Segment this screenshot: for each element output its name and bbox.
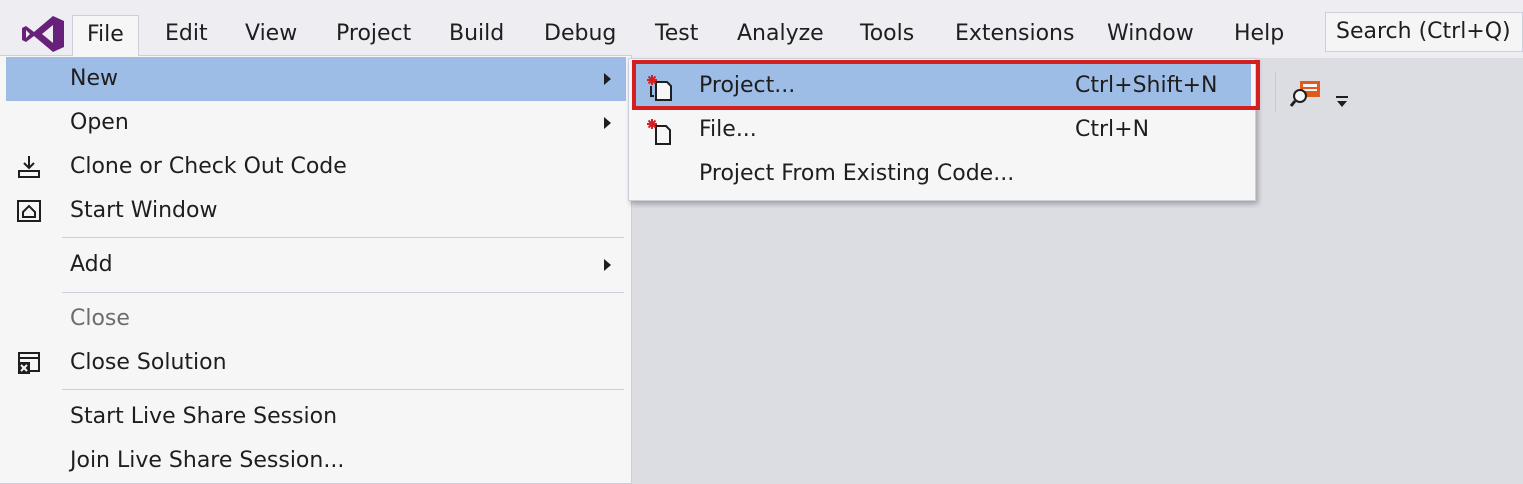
menu-item-label: Close Solution xyxy=(70,350,227,375)
menu-file[interactable]: File xyxy=(72,15,139,56)
file-menu-item-open[interactable]: Open xyxy=(6,101,626,145)
menu-item-label: New xyxy=(70,66,118,91)
menu-item-label: Project From Existing Code... xyxy=(699,161,1015,186)
file-menu-dropdown: New Open Clone or Check Out Code Start W… xyxy=(0,55,632,484)
new-project-icon xyxy=(647,75,672,101)
new-submenu: Project... Ctrl+Shift+N File... Ctrl+N P… xyxy=(628,58,1256,201)
file-menu-item-new[interactable]: New xyxy=(6,57,626,101)
menu-item-label: Open xyxy=(70,110,129,135)
file-menu-item-close-solution[interactable]: Close Solution xyxy=(6,341,626,385)
menu-debug[interactable]: Debug xyxy=(530,14,630,54)
new-file-icon xyxy=(647,119,671,145)
menu-item-label: Join Live Share Session... xyxy=(70,448,345,473)
menu-item-label: Project... xyxy=(699,73,796,98)
menu-tools[interactable]: Tools xyxy=(846,14,928,54)
new-submenu-item-file[interactable]: File... Ctrl+N xyxy=(633,108,1251,152)
menu-item-label: Start Window xyxy=(70,198,218,223)
menu-item-label: Start Live Share Session xyxy=(70,404,338,429)
menu-item-label: Close xyxy=(70,306,130,331)
menu-window[interactable]: Window xyxy=(1093,14,1208,54)
menu-separator xyxy=(62,237,624,238)
visual-studio-logo-icon[interactable] xyxy=(20,14,66,54)
menu-item-label: Clone or Check Out Code xyxy=(70,154,347,179)
menu-separator xyxy=(62,389,624,390)
search-input[interactable]: Search (Ctrl+Q) xyxy=(1325,12,1523,52)
menu-separator xyxy=(62,292,624,293)
find-in-files-icon[interactable] xyxy=(1290,78,1324,108)
file-menu-item-start-window[interactable]: Start Window xyxy=(6,189,626,233)
clone-download-icon xyxy=(18,156,40,178)
new-submenu-item-project-from-existing-code[interactable]: Project From Existing Code... xyxy=(633,152,1251,196)
menu-analyze[interactable]: Analyze xyxy=(723,14,838,54)
menu-extensions[interactable]: Extensions xyxy=(941,14,1088,54)
submenu-arrow-icon xyxy=(604,73,611,85)
close-solution-icon xyxy=(18,352,40,374)
menu-view[interactable]: View xyxy=(231,14,311,54)
file-menu-item-clone[interactable]: Clone or Check Out Code xyxy=(6,145,626,189)
start-window-icon xyxy=(17,200,41,222)
shortcut-label: Ctrl+N xyxy=(1075,117,1150,142)
file-menu-item-join-live-share[interactable]: Join Live Share Session... xyxy=(6,439,626,483)
file-menu-item-start-live-share[interactable]: Start Live Share Session xyxy=(6,395,626,439)
menu-project[interactable]: Project xyxy=(322,14,425,54)
menu-item-label: File... xyxy=(699,117,757,142)
menu-build[interactable]: Build xyxy=(435,14,518,54)
submenu-arrow-icon xyxy=(604,259,611,271)
toolbar-overflow-icon[interactable] xyxy=(1334,94,1350,110)
menu-edit[interactable]: Edit xyxy=(151,14,222,54)
submenu-arrow-icon xyxy=(604,117,611,129)
shortcut-label: Ctrl+Shift+N xyxy=(1075,73,1218,98)
menu-test[interactable]: Test xyxy=(641,14,712,54)
new-submenu-item-project[interactable]: Project... Ctrl+Shift+N xyxy=(633,64,1251,108)
file-menu-item-add[interactable]: Add xyxy=(6,243,626,287)
toolbar-separator xyxy=(1275,72,1276,112)
menu-item-label: Add xyxy=(70,252,113,277)
menu-help[interactable]: Help xyxy=(1220,14,1298,54)
menu-bar: File Edit View Project Build Debug Test … xyxy=(0,0,1523,58)
file-menu-item-close: Close xyxy=(6,297,626,341)
